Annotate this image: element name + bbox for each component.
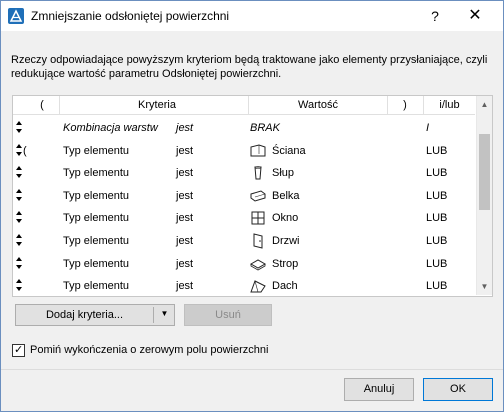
table-row[interactable]: Typ elementu jest Okno LUB (13, 207, 475, 229)
header-criteria[interactable]: Kryteria (61, 99, 253, 111)
reorder-handle-icon[interactable] (15, 256, 23, 269)
criteria-cell[interactable]: Typ elementu (63, 258, 129, 270)
criteria-cell[interactable]: Typ elementu (63, 167, 129, 179)
and-or-cell[interactable]: LUB (426, 167, 447, 179)
window-icon (250, 210, 266, 226)
value-cell[interactable]: Słup (272, 167, 294, 179)
value-cell[interactable]: Drzwi (272, 235, 300, 247)
value-cell[interactable]: Okno (272, 212, 298, 224)
table-row[interactable]: Kombinacja warstw jest BRAK I (13, 117, 475, 139)
archicad-app-icon (8, 8, 24, 24)
skip-zero-area-label[interactable]: Pomiń wykończenia o zerowym polu powierz… (30, 344, 268, 356)
operator-cell[interactable]: jest (176, 122, 193, 134)
header-and-or[interactable]: i/lub (424, 99, 475, 111)
dialog-title: Zmniejszanie odsłoniętej powierzchni (31, 9, 230, 23)
reorder-handle-icon[interactable] (15, 234, 23, 246)
wall-icon (250, 143, 266, 159)
table-row[interactable]: Typ elementu jest Belka LUB (13, 185, 475, 207)
reorder-handle-icon[interactable] (15, 211, 23, 224)
close-button[interactable]: ✕ (465, 6, 485, 26)
header-open-paren[interactable]: ( (37, 99, 47, 111)
ok-button[interactable]: OK (423, 378, 493, 401)
column-divider[interactable] (59, 96, 60, 114)
add-criteria-label: Dodaj kryteria... (45, 309, 124, 321)
criteria-cell[interactable]: Typ elementu (63, 235, 129, 247)
reorder-handle-icon[interactable] (15, 279, 23, 292)
criteria-cell[interactable]: Kombinacja warstw (63, 122, 158, 134)
criteria-cell[interactable]: Typ elementu (63, 190, 129, 202)
criteria-cell[interactable]: Typ elementu (63, 145, 129, 157)
and-or-cell[interactable]: I (426, 122, 429, 134)
criteria-table: ( Kryteria Wartość ) i/lub Kombinacja wa… (12, 95, 493, 297)
operator-cell[interactable]: jest (176, 258, 193, 270)
remove-button[interactable]: Usuń (184, 304, 272, 326)
and-or-cell[interactable]: LUB (426, 145, 447, 157)
checkmark-icon: ✓ (14, 344, 24, 356)
table-row[interactable]: Typ elementu jest Dach LUB (13, 275, 475, 296)
and-or-cell[interactable]: LUB (426, 258, 447, 270)
value-cell[interactable]: Dach (272, 280, 298, 292)
split-divider (153, 307, 154, 323)
beam-icon (250, 188, 266, 204)
title-bar: Zmniejszanie odsłoniętej powierzchni ? ✕ (1, 1, 503, 31)
value-cell[interactable]: Belka (272, 190, 300, 202)
and-or-cell[interactable]: LUB (426, 190, 447, 202)
scroll-up-arrow-icon[interactable]: ▲ (477, 96, 492, 113)
operator-cell[interactable]: jest (176, 235, 193, 247)
table-row[interactable]: Typ elementu jest Drzwi LUB (13, 230, 475, 252)
criteria-cell[interactable]: Typ elementu (63, 280, 129, 292)
scroll-thumb[interactable] (479, 134, 490, 210)
and-or-cell[interactable]: LUB (426, 280, 447, 292)
roof-icon (250, 278, 266, 294)
operator-cell[interactable]: jest (176, 145, 193, 157)
dialog-window: Zmniejszanie odsłoniętej powierzchni ? ✕… (0, 0, 504, 412)
value-cell[interactable]: Strop (272, 258, 298, 270)
column-icon (250, 165, 266, 181)
value-cell[interactable]: BRAK (250, 122, 280, 134)
value-cell[interactable]: Ściana (272, 145, 306, 157)
and-or-cell[interactable]: LUB (426, 212, 447, 224)
criteria-cell[interactable]: Typ elementu (63, 212, 129, 224)
door-icon (250, 233, 266, 249)
operator-cell[interactable]: jest (176, 280, 193, 292)
help-button[interactable]: ? (425, 6, 445, 26)
operator-cell[interactable]: jest (176, 212, 193, 224)
reorder-handle-icon[interactable] (15, 143, 23, 156)
description-text: Rzeczy odpowiadające powyższym kryteriom… (11, 54, 488, 80)
operator-cell[interactable]: jest (176, 190, 193, 202)
reorder-handle-icon[interactable] (15, 166, 23, 179)
table-scrollbar[interactable]: ▲ ▼ (476, 96, 492, 295)
reorder-handle-icon[interactable] (15, 121, 23, 133)
slab-icon (249, 256, 267, 272)
and-or-cell[interactable]: LUB (426, 235, 447, 247)
cancel-button[interactable]: Anuluj (344, 378, 414, 401)
header-value[interactable]: Wartość (249, 99, 387, 111)
scroll-down-arrow-icon[interactable]: ▼ (477, 278, 492, 295)
open-paren-cell[interactable]: ( (23, 145, 27, 157)
skip-zero-area-checkbox[interactable]: ✓ (12, 344, 25, 357)
table-header: ( Kryteria Wartość ) i/lub (13, 96, 475, 115)
add-criteria-button[interactable]: Dodaj kryteria... ▼ (15, 304, 175, 326)
table-row[interactable]: ( Typ elementu jest Ściana LUB (13, 140, 475, 162)
header-close-paren[interactable]: ) (388, 99, 422, 111)
table-row[interactable]: Typ elementu jest Strop LUB (13, 253, 475, 275)
reorder-handle-icon[interactable] (15, 188, 23, 201)
dropdown-arrow-icon[interactable]: ▼ (156, 309, 173, 318)
operator-cell[interactable]: jest (176, 167, 193, 179)
table-row[interactable]: Typ elementu jest Słup LUB (13, 162, 475, 184)
